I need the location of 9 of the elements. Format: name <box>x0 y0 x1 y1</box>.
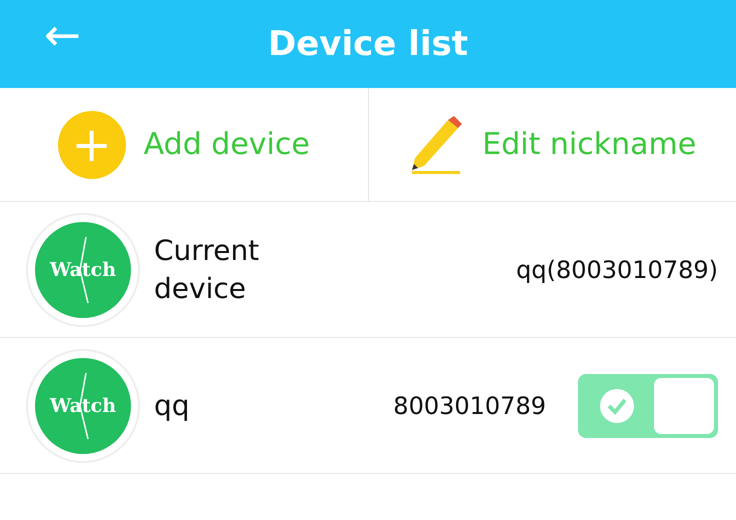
device-name: Current device <box>154 232 260 306</box>
device-number: 8003010789 <box>393 392 546 420</box>
page-title: Device list <box>268 24 468 64</box>
back-button[interactable]: ← <box>44 14 81 58</box>
device-number: qq(8003010789) <box>516 256 718 284</box>
device-toggle[interactable] <box>578 374 718 438</box>
plus-icon: + <box>58 110 126 178</box>
check-icon <box>600 388 634 422</box>
device-name: qq <box>154 388 191 424</box>
